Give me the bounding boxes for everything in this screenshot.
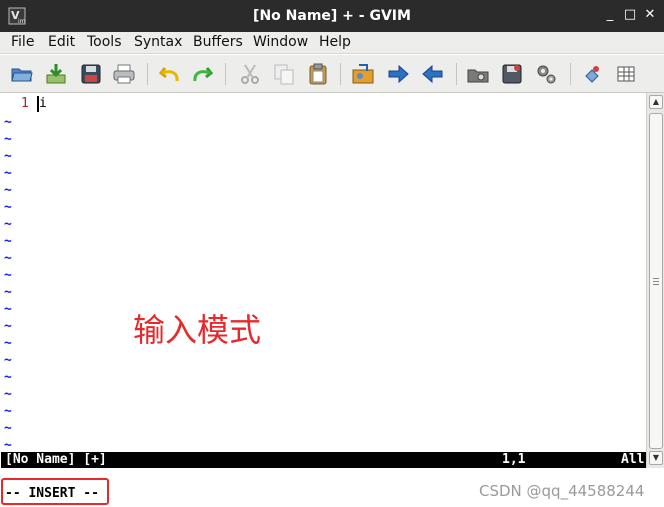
text-cursor: i <box>37 96 47 112</box>
scroll-thumb[interactable] <box>649 113 663 449</box>
undo-icon[interactable] <box>158 62 182 86</box>
run-script-icon[interactable] <box>534 62 558 86</box>
empty-line-tilde: ~ <box>4 387 12 402</box>
vertical-scrollbar[interactable]: ▲ ▼ <box>646 93 664 468</box>
watermark: CSDN @qq_44588244 <box>479 482 645 500</box>
thumb-grip <box>653 278 659 279</box>
empty-line-tilde: ~ <box>4 217 12 232</box>
copy-icon[interactable] <box>272 62 296 86</box>
toolbar-separator <box>570 63 571 85</box>
empty-line-tilde: ~ <box>4 285 12 300</box>
find-previous-icon[interactable] <box>421 62 445 86</box>
ctags-icon[interactable] <box>614 62 638 86</box>
maximize-button[interactable]: □ <box>621 6 639 24</box>
menu-file[interactable]: File <box>11 34 34 50</box>
empty-line-tilde: ~ <box>4 421 12 436</box>
empty-line-tilde: ~ <box>4 353 12 368</box>
minimize-button[interactable]: _ <box>601 6 619 24</box>
empty-line-tilde: ~ <box>4 149 12 164</box>
window-title: [No Name] + - GVIM <box>253 8 411 24</box>
make-icon[interactable] <box>580 62 604 86</box>
empty-line-tilde: ~ <box>4 115 12 130</box>
menu-edit[interactable]: Edit <box>48 34 75 50</box>
toolbar-separator <box>340 63 341 85</box>
status-line: [No Name] [+] 1,1 All <box>1 452 646 468</box>
empty-line-tilde: ~ <box>4 336 12 351</box>
thumb-grip <box>653 281 659 282</box>
save-icon[interactable] <box>44 62 68 86</box>
toolbar-separator <box>225 63 226 85</box>
menu-bar: File Edit Tools Syntax Buffers Window He… <box>0 32 664 54</box>
insert-mode-annotation: 输入模式 <box>133 311 262 349</box>
scroll-up-arrow-icon[interactable]: ▲ <box>649 95 663 109</box>
empty-line-tilde: ~ <box>4 132 12 147</box>
toolbar-separator <box>147 63 148 85</box>
empty-line-tilde: ~ <box>4 438 12 453</box>
scroll-down-arrow-icon[interactable]: ▼ <box>649 451 663 465</box>
menu-buffers[interactable]: Buffers <box>193 34 243 50</box>
menu-window[interactable]: Window <box>253 34 308 50</box>
scroll-position: All <box>621 452 645 467</box>
empty-line-tilde: ~ <box>4 404 12 419</box>
command-line[interactable]: -- INSERT -- CSDN @qq_44588244 <box>0 469 664 507</box>
empty-line-tilde: ~ <box>4 251 12 266</box>
replace-icon[interactable] <box>351 62 375 86</box>
mode-indicator: -- INSERT -- <box>5 486 99 501</box>
redo-icon[interactable] <box>190 62 214 86</box>
status-filename: [No Name] [+] <box>5 452 107 467</box>
empty-line-tilde: ~ <box>4 234 12 249</box>
empty-line-tilde: ~ <box>4 183 12 198</box>
menu-tools[interactable]: Tools <box>87 34 122 50</box>
menu-help[interactable]: Help <box>319 34 351 50</box>
empty-line-tilde: ~ <box>4 200 12 215</box>
empty-line-tilde: ~ <box>4 268 12 283</box>
empty-line-tilde: ~ <box>4 302 12 317</box>
open-icon[interactable] <box>10 62 34 86</box>
find-next-icon[interactable] <box>386 62 410 86</box>
cursor-position: 1,1 <box>502 452 526 467</box>
toolbar <box>0 55 664 93</box>
title-bar: V im [No Name] + - GVIM _ □ ✕ <box>0 0 664 32</box>
empty-line-tilde: ~ <box>4 166 12 181</box>
paste-icon[interactable] <box>306 62 330 86</box>
menu-syntax[interactable]: Syntax <box>134 34 182 50</box>
editor-area[interactable]: 1 i ~ ~ ~ ~ ~ ~ ~ ~ ~ ~ ~ ~ ~ ~ ~ ~ ~ ~ … <box>1 93 646 453</box>
thumb-grip <box>653 284 659 285</box>
line-number: 1 <box>21 96 29 111</box>
save-session-icon[interactable] <box>500 62 524 86</box>
close-button[interactable]: ✕ <box>641 6 659 24</box>
empty-line-tilde: ~ <box>4 319 12 334</box>
load-session-icon[interactable] <box>466 62 490 86</box>
cut-icon[interactable] <box>238 62 262 86</box>
save-all-icon[interactable] <box>79 62 103 86</box>
empty-line-tilde: ~ <box>4 370 12 385</box>
toolbar-separator <box>456 63 457 85</box>
print-icon[interactable] <box>112 62 136 86</box>
